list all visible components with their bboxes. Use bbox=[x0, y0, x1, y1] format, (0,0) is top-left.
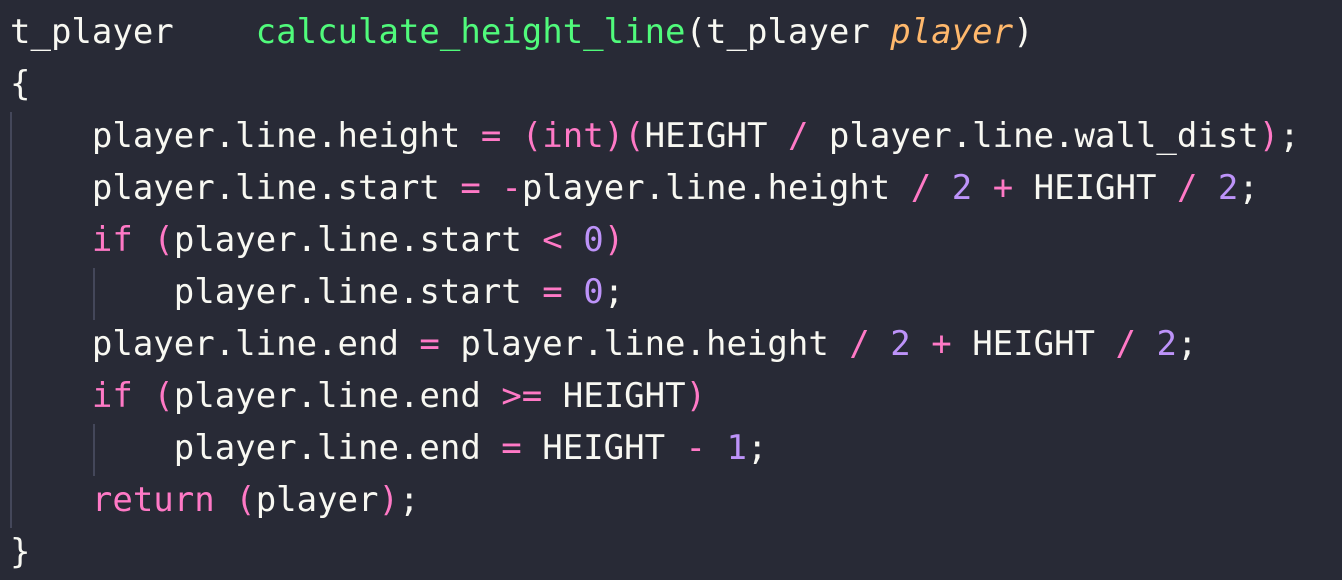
close-paren: ) bbox=[1013, 12, 1034, 52]
divide-operator: / bbox=[1176, 168, 1198, 208]
semicolon: ; bbox=[399, 480, 420, 520]
assign-lhs: player.line.end bbox=[91, 324, 420, 364]
if-keyword: if bbox=[91, 220, 133, 260]
height-constant: HEIGHT bbox=[542, 376, 686, 416]
divide-operator: / bbox=[849, 324, 870, 364]
code-line-1: t_player calculate_height_line(t_player … bbox=[10, 8, 1342, 60]
condition: player.line.start bbox=[173, 220, 543, 260]
number: 2 bbox=[1217, 168, 1239, 208]
number: 2 bbox=[1156, 324, 1177, 364]
return-keyword: return bbox=[91, 480, 215, 520]
open-brace: { bbox=[10, 64, 31, 104]
cast: (int) bbox=[521, 116, 625, 156]
code-editor[interactable]: t_player calculate_height_line(t_player … bbox=[0, 0, 1342, 580]
assign-operator: = bbox=[501, 428, 522, 468]
assign-lhs: player.line.height bbox=[91, 116, 481, 156]
param-type: t_player bbox=[706, 12, 891, 52]
semicolon: ; bbox=[746, 428, 768, 468]
open-paren: ( bbox=[153, 220, 174, 260]
number: 0 bbox=[583, 272, 604, 312]
code-line-11: } bbox=[10, 528, 1342, 580]
assign-operator: = bbox=[480, 116, 502, 156]
number: 2 bbox=[951, 168, 973, 208]
open-paren: ( bbox=[235, 480, 256, 520]
code-line-4: player.line.start = -player.line.height … bbox=[10, 164, 1342, 216]
number: 2 bbox=[890, 324, 911, 364]
close-paren: ) bbox=[685, 376, 707, 416]
height-constant: HEIGHT bbox=[644, 116, 788, 156]
semicolon: ; bbox=[1279, 116, 1300, 156]
open-paren: ( bbox=[153, 376, 174, 416]
height-constant: HEIGHT bbox=[521, 428, 686, 468]
code-line-7: player.line.end = player.line.height / 2… bbox=[10, 320, 1342, 372]
operand: player.line.height bbox=[521, 168, 911, 208]
semicolon: ; bbox=[1176, 324, 1198, 364]
divide-operator: / bbox=[787, 116, 809, 156]
return-value: player bbox=[255, 480, 379, 520]
divide-operator: / bbox=[1115, 324, 1136, 364]
height-constant: HEIGHT bbox=[1013, 168, 1177, 208]
condition: player.line.end bbox=[173, 376, 502, 416]
close-brace: } bbox=[10, 532, 31, 572]
close-paren: ) bbox=[1258, 116, 1280, 156]
if-keyword: if bbox=[91, 376, 133, 416]
close-paren: ) bbox=[378, 480, 399, 520]
assign-operator: = bbox=[542, 272, 563, 312]
negate-operator: - bbox=[501, 168, 522, 208]
plus-operator: + bbox=[931, 324, 952, 364]
code-line-8: if (player.line.end >= HEIGHT) bbox=[10, 372, 1342, 424]
assign-operator: = bbox=[460, 168, 481, 208]
function-name: calculate_height_line bbox=[255, 12, 686, 52]
code-line-6: player.line.start = 0; bbox=[10, 268, 1342, 320]
plus-operator: + bbox=[992, 168, 1014, 208]
number: 1 bbox=[726, 428, 747, 468]
open-paren: ( bbox=[624, 116, 645, 156]
number: 0 bbox=[583, 220, 604, 260]
open-paren: ( bbox=[685, 12, 707, 52]
code-line-3: player.line.height = (int)(HEIGHT / play… bbox=[10, 112, 1342, 164]
height-constant: HEIGHT bbox=[951, 324, 1116, 364]
return-type: t_player bbox=[10, 12, 174, 52]
assign-operator: = bbox=[419, 324, 440, 364]
semicolon: ; bbox=[1238, 168, 1259, 208]
assign-lhs: player.line.start bbox=[173, 272, 543, 312]
divisor: player.line.wall_dist bbox=[808, 116, 1259, 156]
code-line-9: player.line.end = HEIGHT - 1; bbox=[10, 424, 1342, 476]
code-line-10: return (player); bbox=[10, 476, 1342, 528]
minus-operator: - bbox=[685, 428, 707, 468]
assign-lhs: player.line.end bbox=[173, 428, 502, 468]
param-name: player bbox=[890, 12, 1014, 52]
greater-equal-operator: >= bbox=[501, 376, 543, 416]
code-line-5: if (player.line.start < 0) bbox=[10, 216, 1342, 268]
close-paren: ) bbox=[603, 220, 625, 260]
operand: player.line.height bbox=[439, 324, 850, 364]
less-than-operator: < bbox=[542, 220, 563, 260]
code-line-2: { bbox=[10, 60, 1342, 112]
semicolon: ; bbox=[603, 272, 625, 312]
divide-operator: / bbox=[910, 168, 932, 208]
assign-lhs: player.line.start bbox=[91, 168, 461, 208]
